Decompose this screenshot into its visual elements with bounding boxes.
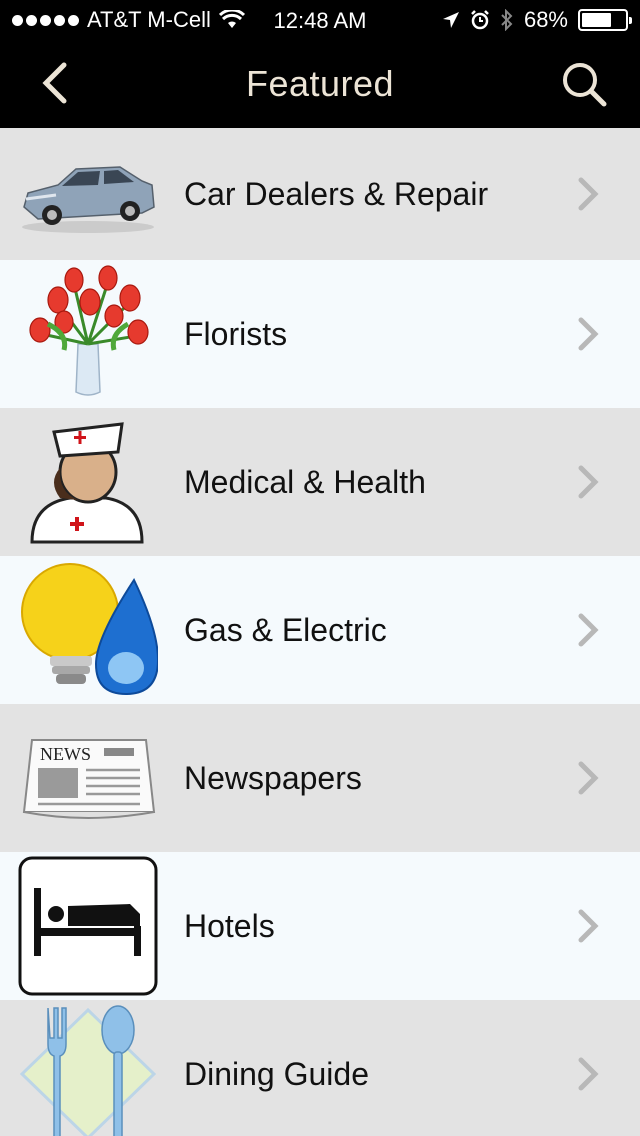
svg-text:NEWS: NEWS [40,744,91,764]
alarm-icon [471,10,489,30]
list-item-car-dealers[interactable]: Car Dealers & Repair [0,128,640,260]
chevron-right-icon [578,1057,599,1091]
search-button[interactable] [556,56,612,112]
carrier-label: AT&T M-Cell [87,7,211,32]
fork-spoon-icon [18,1004,158,1136]
wifi-icon [218,10,245,28]
category-label: Gas & Electric [184,611,387,648]
chevron-right-icon [578,613,599,647]
category-label: Hotels [184,907,275,944]
battery-icon [578,9,632,31]
category-label: Dining Guide [184,1055,369,1092]
bed-icon [18,856,158,996]
list-item-florists[interactable]: Florists [0,260,640,408]
category-label: Florists [184,315,288,352]
list-item-newspapers[interactable]: NEWS Newspapers [0,704,640,852]
nurse-icon [18,412,158,552]
signal-strength-icon [12,14,79,26]
category-label: Newspapers [184,759,362,796]
category-label: Car Dealers & Repair [184,175,489,212]
battery-percent: 68% [523,7,568,32]
navigation-bar: Featured [0,40,640,128]
page-title: Featured [245,63,395,104]
chevron-right-icon [578,465,599,499]
newspaper-icon: NEWS [18,708,158,848]
category-list: Car Dealers & Repair Florists Medical & … [0,128,640,1136]
bluetooth-icon [501,9,513,31]
search-icon [563,63,607,107]
chevron-right-icon [578,177,599,211]
chevron-left-icon [42,62,67,104]
category-label: Medical & Health [184,463,426,500]
back-button[interactable] [30,58,80,108]
list-item-medical[interactable]: Medical & Health [0,408,640,556]
location-arrow-icon [442,12,459,28]
list-item-dining[interactable]: Dining Guide [0,1000,640,1136]
car-icon [18,124,158,264]
list-item-hotels[interactable]: Hotels [0,852,640,1000]
status-bar: AT&T M-Cell 12:48 AM 68% [0,0,640,40]
chevron-right-icon [578,909,599,943]
list-item-gas-electric[interactable]: Gas & Electric [0,556,640,704]
chevron-right-icon [578,761,599,795]
flowers-icon [18,264,158,404]
lightbulb-drop-icon [18,560,158,700]
chevron-right-icon [578,317,599,351]
